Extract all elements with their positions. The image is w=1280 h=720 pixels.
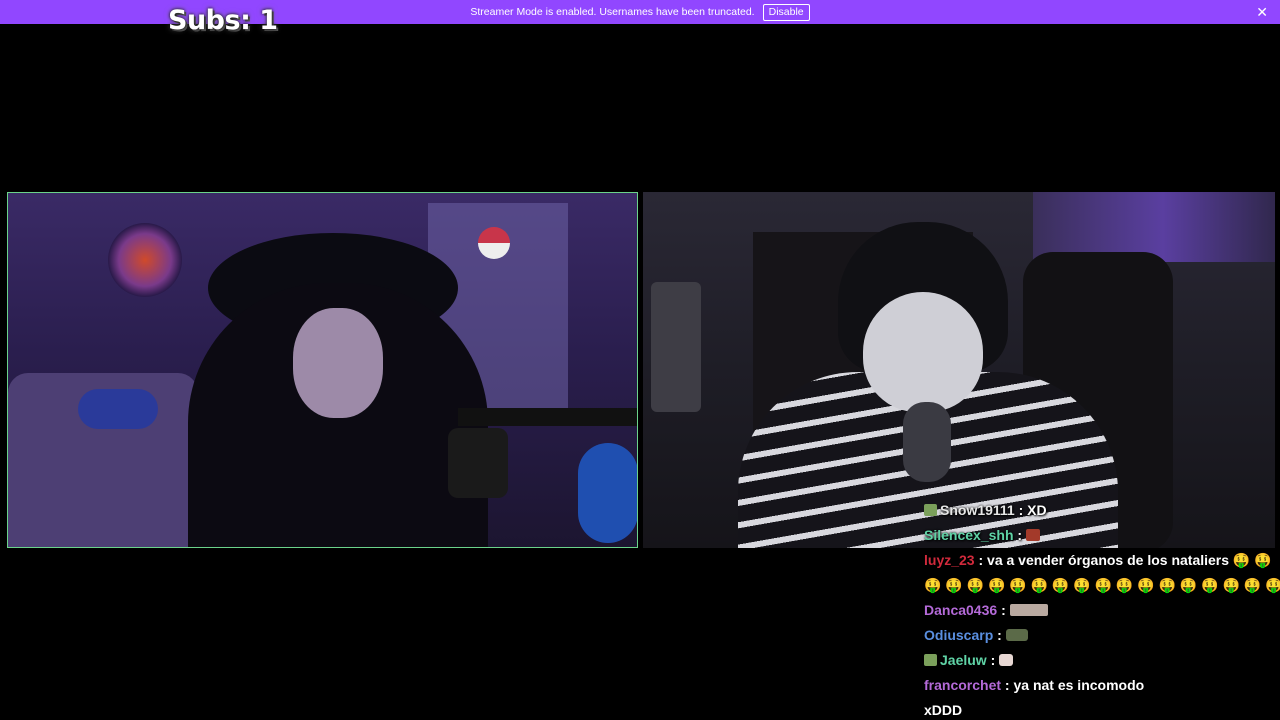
chat-text: ya nat es incomodo: [1013, 677, 1145, 693]
subs-counter: Subs: 1: [168, 5, 278, 36]
plush-decoration: [78, 389, 158, 429]
microphone-arm: [458, 408, 637, 426]
streamer-left-face: [293, 308, 383, 418]
chat-message: Jaeluw :: [924, 648, 1276, 673]
chat-username[interactable]: Odiuscarp: [924, 627, 993, 643]
chat-username[interactable]: francorchet: [924, 677, 1001, 693]
microphone: [448, 428, 508, 498]
chat-message: Danca0436 :: [924, 598, 1276, 623]
fan-decoration: [651, 282, 701, 412]
blue-plush-decoration: [578, 443, 637, 543]
chat-message: francorchet : ya nat es incomodo: [924, 677, 1145, 693]
chat-username[interactable]: luyz_23: [924, 552, 975, 568]
chat-text: XD: [1027, 502, 1047, 518]
chat-message: Odiuscarp :: [924, 623, 1276, 648]
subscriber-badge-icon: [924, 654, 937, 666]
webcam-right: [643, 192, 1275, 548]
streamer-mode-message: Streamer Mode is enabled. Usernames have…: [470, 6, 755, 18]
red-box-emote-icon: [1025, 529, 1040, 541]
pokeball-decoration: [478, 227, 510, 259]
chat-username[interactable]: Danca0436: [924, 602, 997, 618]
chat-username[interactable]: Snow19111: [940, 502, 1015, 518]
skull-face-paint: [863, 292, 983, 412]
subscriber-badge-icon: [924, 504, 937, 516]
webcam-left: [7, 192, 638, 548]
chat-message: Silencex_shh :: [924, 523, 1276, 548]
small-emote-icon: [999, 654, 1014, 666]
wide-image-emote-icon: [1009, 604, 1048, 616]
chat-message: Snow19111 : XD: [924, 498, 1276, 523]
microphone: [903, 402, 951, 482]
tank-emote-icon: [1005, 629, 1028, 641]
chat-message-continuation: xDDD: [924, 698, 1276, 720]
chat-text: va a vender órganos de los nataliers 🤑 🤑: [987, 552, 1272, 568]
chat-text: 🤑 🤑 🤑 🤑 🤑 🤑 🤑 🤑 🤑 🤑 🤑 🤑 🤑 🤑 🤑 🤑 🤑: [924, 577, 1280, 593]
chat-message: luyz_23 : va a vender órganos de los nat…: [924, 552, 1272, 568]
chat-username[interactable]: Jaeluw: [940, 652, 987, 668]
chat-overlay: Snow19111 : XD Silencex_shh : luyz_23 : …: [924, 498, 1280, 720]
chat-message-continuation: 🤑 🤑 🤑 🤑 🤑 🤑 🤑 🤑 🤑 🤑 🤑 🤑 🤑 🤑 🤑 🤑 🤑: [924, 573, 1280, 598]
close-icon[interactable]: ✕: [1256, 4, 1268, 20]
disable-button[interactable]: Disable: [762, 3, 810, 21]
chat-text: xDDD: [924, 702, 963, 718]
dartboard-decoration: [108, 223, 182, 297]
chat-username[interactable]: Silencex_shh: [924, 527, 1014, 543]
